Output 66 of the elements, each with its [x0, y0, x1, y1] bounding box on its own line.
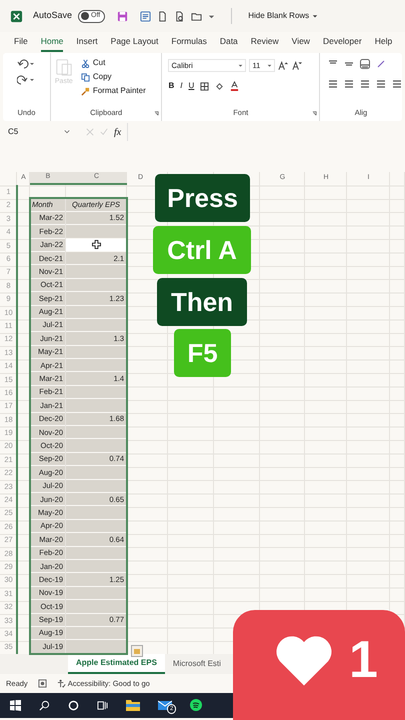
- sheet-tab[interactable]: Apple Estimated EPS: [68, 654, 165, 674]
- circle-icon[interactable]: [68, 700, 79, 711]
- macro-record-icon[interactable]: [38, 678, 47, 688]
- font-color-icon[interactable]: [230, 81, 240, 91]
- underline-button[interactable]: U: [188, 80, 194, 92]
- menu-tab[interactable]: File: [14, 33, 28, 52]
- dialog-launcher-icon[interactable]: [154, 110, 160, 116]
- dropdown-caret-icon[interactable]: [208, 12, 216, 20]
- caption-label: F5: [174, 329, 231, 377]
- name-box[interactable]: C5: [8, 126, 70, 138]
- caret-icon: [64, 129, 70, 135]
- caption-label: Ctrl A: [153, 226, 251, 274]
- format-painter-button[interactable]: Format Painter: [80, 85, 146, 97]
- redo-icon[interactable]: [17, 75, 35, 85]
- copy-icon: [80, 72, 90, 82]
- form-icon[interactable]: [140, 10, 152, 22]
- person-check-icon: [56, 678, 66, 688]
- orientation-icon[interactable]: [376, 59, 386, 69]
- menu-tab[interactable]: Insert: [76, 33, 98, 52]
- task-view-icon[interactable]: [97, 700, 108, 711]
- menu-tab[interactable]: Page Layout: [110, 33, 158, 52]
- menu-tab[interactable]: View: [292, 33, 310, 52]
- brush-icon: [80, 86, 90, 96]
- insert-function-button[interactable]: fx: [114, 124, 122, 140]
- like-count: 1: [349, 632, 378, 688]
- caret-icon: [312, 13, 318, 19]
- music-app-icon[interactable]: [190, 699, 202, 712]
- windows-start-icon[interactable]: [10, 700, 21, 711]
- cut-button[interactable]: Cut: [80, 57, 146, 69]
- bottom-align-icon[interactable]: [360, 59, 370, 69]
- scissors-icon: [80, 58, 90, 68]
- menu-tab[interactable]: Data: [220, 33, 238, 52]
- autosave-label: AutoSave: [33, 9, 72, 22]
- undo-icon[interactable]: [17, 59, 35, 69]
- italic-button[interactable]: I: [180, 80, 182, 92]
- menu-tab[interactable]: Developer: [322, 33, 362, 52]
- search-icon[interactable]: [39, 700, 50, 711]
- save-icon[interactable]: [117, 10, 128, 22]
- menu-tab[interactable]: Formulas: [171, 33, 207, 52]
- new-file-icon[interactable]: [157, 10, 168, 22]
- caret-icon: [267, 63, 272, 68]
- caret-icon: [238, 63, 244, 68]
- document-title[interactable]: Hide Blank Rows: [248, 10, 318, 22]
- borders-icon[interactable]: [200, 82, 210, 90]
- menu-tab[interactable]: Help: [374, 33, 392, 52]
- folder-icon[interactable]: [126, 699, 140, 712]
- align-left-icon[interactable]: [328, 79, 338, 89]
- increase-font-icon[interactable]: [278, 60, 290, 70]
- sheet-tab[interactable]: Microsoft Esti: [164, 654, 229, 674]
- align-right-icon[interactable]: [360, 79, 370, 89]
- caption-label: Press: [155, 174, 250, 222]
- excel-logo-icon[interactable]: [10, 10, 23, 22]
- caption-label: Then: [157, 278, 247, 326]
- print-preview-icon[interactable]: [174, 10, 186, 22]
- clipboard-icon: [54, 57, 73, 77]
- envelope-icon[interactable]: [158, 699, 172, 712]
- copy-button[interactable]: Copy: [80, 71, 146, 83]
- decrease-font-icon[interactable]: [292, 60, 304, 70]
- decrease-indent-icon[interactable]: [376, 79, 386, 89]
- fill-color-icon[interactable]: [215, 82, 224, 90]
- menu-tab[interactable]: Review: [250, 33, 279, 52]
- bold-button[interactable]: B: [168, 80, 174, 92]
- dialog-launcher-icon[interactable]: [312, 110, 317, 116]
- folder-icon[interactable]: [191, 10, 202, 22]
- align-center-icon[interactable]: [344, 79, 354, 89]
- increase-indent-icon[interactable]: [392, 79, 402, 89]
